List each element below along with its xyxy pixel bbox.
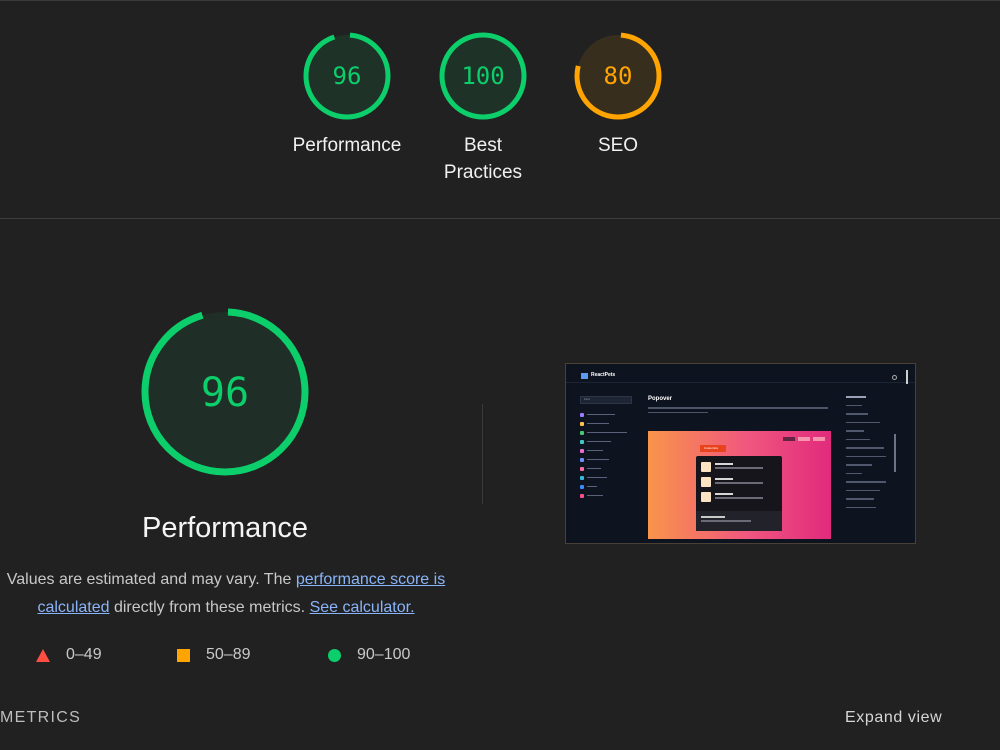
screenshot-page-title: Popover <box>648 396 673 402</box>
gauge-best-practices-label-line1: Best <box>463 135 503 156</box>
performance-description: Values are estimated and may vary. The p… <box>0 566 452 622</box>
settings-icon <box>892 375 897 380</box>
screenshot-search: Find <box>580 396 632 404</box>
legend-pass-range: 90–100 <box>357 646 411 663</box>
legend-average: 50–89 <box>177 646 251 664</box>
screenshot-description <box>648 407 833 413</box>
sidebar-item <box>580 473 636 482</box>
vertical-separator <box>482 404 483 504</box>
lighthouse-report: 96 Performance 100 Best Practices 80 SEO <box>0 0 1000 750</box>
sidebar-item <box>580 482 636 491</box>
sidebar-item <box>580 446 636 455</box>
legend-average-range: 50–89 <box>206 646 251 663</box>
popover-footer <box>696 511 782 531</box>
popover-row <box>701 492 777 504</box>
legend-fail: 0–49 <box>36 646 102 664</box>
gauge-seo-label: SEO <box>548 132 688 159</box>
screenshot-popover-button-label: Customize <box>704 446 719 450</box>
screenshot-tabs <box>783 437 825 441</box>
gauge-performance[interactable]: 96 Performance <box>277 30 417 159</box>
screenshot-brand: ReactPets <box>591 372 616 378</box>
gauge-performance-label: Performance <box>277 132 417 159</box>
circle-pass-icon <box>328 648 341 662</box>
sidebar-item <box>580 437 636 446</box>
desc-middle: directly from these metrics. <box>109 599 310 616</box>
gauge-performance-label-text: Performance <box>292 135 402 156</box>
screenshot-sidebar: Find <box>580 396 636 500</box>
screenshot-toc-scrollbar <box>894 434 896 472</box>
gauge-seo[interactable]: 80 SEO <box>548 30 688 159</box>
section-divider <box>0 218 1000 219</box>
gauge-best-practices[interactable]: 100 Best Practices <box>413 30 553 186</box>
sidebar-item <box>580 419 636 428</box>
performance-score-large: 96 <box>201 370 249 416</box>
performance-gauge-large: 96 <box>141 308 309 476</box>
screenshot-popover-button: Customize <box>700 445 726 452</box>
screenshot-demo-area: Customize <box>648 431 831 539</box>
logo-icon <box>581 373 588 379</box>
sidebar-item <box>580 410 636 419</box>
popover-row <box>701 462 777 474</box>
gauge-best-practices-ring: 100 <box>439 32 527 120</box>
sidebar-item <box>580 455 636 464</box>
screenshot-header: ReactPets <box>566 364 915 384</box>
gauge-performance-ring: 96 <box>303 32 391 120</box>
desc-prefix: Values are estimated and may vary. The <box>6 571 296 588</box>
sidebar-item <box>580 428 636 437</box>
square-average-icon <box>177 648 190 662</box>
screenshot-main: Popover Customize <box>648 396 833 539</box>
gauge-seo-label-text: SEO <box>597 135 639 156</box>
expand-view-button[interactable]: Expand view <box>845 709 942 727</box>
legend-pass: 90–100 <box>328 646 410 664</box>
final-screenshot[interactable]: ReactPets Find Popover Customize <box>565 363 916 544</box>
legend-fail-range: 0–49 <box>66 646 102 663</box>
metrics-heading: METRICS <box>0 709 82 726</box>
sidebar-item <box>580 491 636 500</box>
screenshot-popover <box>696 456 782 531</box>
scrollbar-thumb <box>906 370 908 384</box>
screenshot-search-text: Find <box>584 397 590 401</box>
performance-title: Performance <box>141 512 308 544</box>
sidebar-item <box>580 464 636 473</box>
popover-row <box>701 477 777 489</box>
triangle-fail-icon <box>36 648 50 662</box>
top-border <box>0 0 1000 1</box>
gauge-best-practices-score: 100 <box>461 62 504 90</box>
gauge-seo-score: 80 <box>604 62 633 90</box>
gauge-performance-score: 96 <box>333 62 362 90</box>
gauge-best-practices-label-line2: Practices <box>443 162 523 183</box>
see-calculator-link[interactable]: See calculator. <box>310 599 415 616</box>
gauge-seo-ring: 80 <box>574 32 662 120</box>
gauge-best-practices-label: Best Practices <box>413 132 553 186</box>
